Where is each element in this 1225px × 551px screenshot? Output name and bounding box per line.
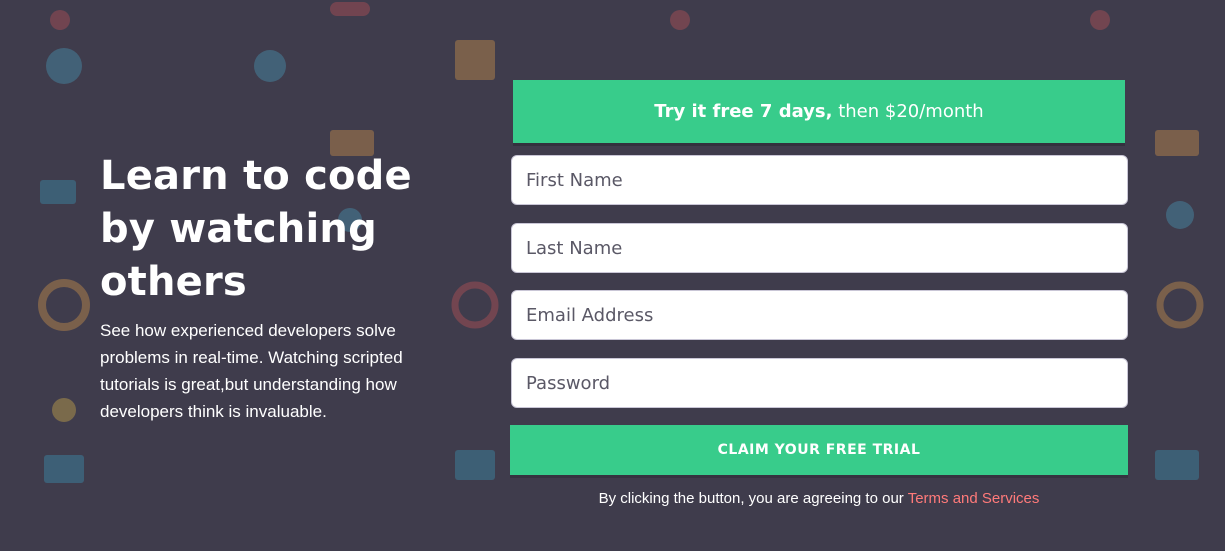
offer-price: then $20/month — [832, 101, 984, 122]
pill-icon — [330, 2, 370, 16]
calendar-icon-2 — [455, 450, 495, 480]
chat-icon — [40, 180, 76, 204]
house-icon-3 — [670, 10, 690, 30]
terms-link[interactable]: Terms and Services — [908, 490, 1040, 507]
first-name-input[interactable] — [511, 155, 1128, 205]
lifebuoy-icon-2 — [451, 281, 499, 329]
email-input[interactable] — [511, 290, 1128, 340]
password-input[interactable] — [511, 358, 1128, 408]
folder-icon-2 — [1155, 130, 1199, 156]
calendar-icon-3 — [1155, 450, 1199, 480]
network-icon — [46, 48, 82, 84]
terms-text: By clicking the button, you are agreeing… — [598, 490, 908, 507]
claim-free-trial-button[interactable]: CLAIM YOUR FREE TRIAL — [510, 425, 1128, 475]
lifebuoy-icon — [38, 279, 90, 331]
calendar-icon — [44, 455, 84, 483]
hero-title: Learn to code by watching others — [100, 153, 412, 305]
puzzle-icon — [455, 40, 495, 80]
terms-notice: By clicking the button, you are agreeing… — [510, 490, 1128, 507]
network-icon-2 — [254, 50, 286, 82]
offer-banner: Try it free 7 days, then $20/month — [513, 80, 1125, 143]
last-name-input[interactable] — [511, 223, 1128, 273]
house-icon-2 — [50, 10, 70, 30]
lightbulb-icon — [52, 398, 76, 422]
offer-highlight: Try it free 7 days, — [654, 101, 833, 122]
hero-section: Learn to code by watching others See how… — [100, 150, 430, 425]
lifebuoy-icon-3 — [1156, 281, 1204, 329]
hero-description: See how experienced developers solve pro… — [100, 321, 403, 421]
search-icon — [1166, 201, 1194, 229]
house-icon — [1090, 10, 1110, 30]
